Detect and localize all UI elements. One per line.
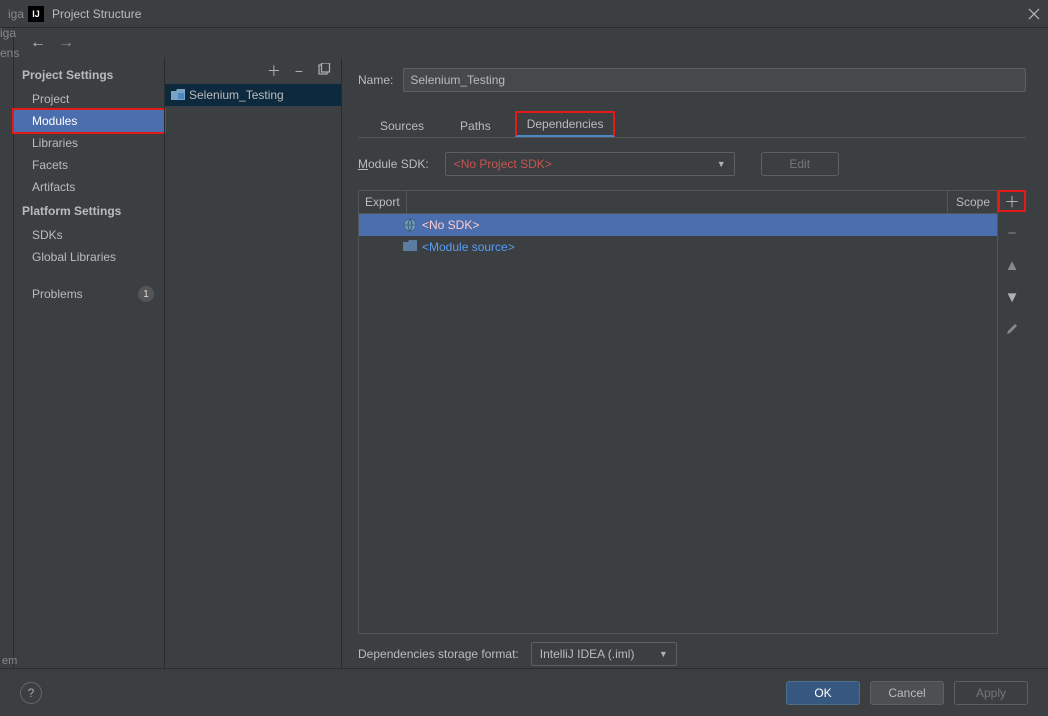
back-button[interactable]: ← — [30, 34, 46, 52]
sidebar-item-sdks[interactable]: SDKs — [14, 224, 164, 246]
module-sdk-combo[interactable]: <No Project SDK> ▼ — [445, 152, 735, 176]
footer: em ? OK Cancel Apply — [0, 668, 1048, 716]
left-clipped-bottom: em — [2, 655, 17, 667]
window-title: Project Structure — [52, 7, 141, 21]
move-up-button[interactable]: ▲ — [1000, 254, 1024, 276]
folder-source-icon — [403, 240, 417, 254]
module-name: Selenium_Testing — [189, 88, 284, 102]
module-sdk-value: <No Project SDK> — [454, 157, 552, 171]
sidebar-item-facets[interactable]: Facets — [14, 154, 164, 176]
detail-panel: Name: Sources Paths Dependencies Module … — [342, 58, 1048, 668]
left-clipped-text: iga — [8, 7, 24, 21]
module-folder-icon — [171, 89, 185, 101]
app-icon: IJ — [28, 6, 44, 22]
tab-paths[interactable]: Paths — [450, 115, 501, 137]
section-project-settings: Project Settings — [14, 62, 164, 88]
edit-sdk-button[interactable]: Edit — [761, 152, 839, 176]
tab-dependencies[interactable]: Dependencies — [515, 111, 616, 137]
titlebar: iga IJ Project Structure — [0, 0, 1048, 28]
module-sdk-label: Module SDK: — [358, 157, 429, 171]
deps-side-toolbar: ＋ − ▲ ▼ — [998, 190, 1026, 634]
tab-sources[interactable]: Sources — [370, 115, 434, 137]
close-icon[interactable] — [1028, 8, 1040, 20]
ok-button[interactable]: OK — [786, 681, 860, 705]
dep-module-source-text: <Module source> — [422, 240, 515, 254]
detail-tabs: Sources Paths Dependencies — [358, 112, 1026, 138]
move-down-button[interactable]: ▼ — [1000, 286, 1024, 308]
sidebar-item-project[interactable]: Project — [14, 88, 164, 110]
storage-format-value: IntelliJ IDEA (.iml) — [540, 647, 635, 661]
col-scope: Scope — [947, 191, 997, 213]
sidebar-item-problems[interactable]: Problems 1 — [14, 282, 164, 306]
chevron-down-icon: ▼ — [659, 649, 668, 659]
sidebar-item-artifacts[interactable]: Artifacts — [14, 176, 164, 198]
deps-table-body: <No SDK> <Module source> — [358, 214, 998, 634]
sidebar-item-global-libraries[interactable]: Global Libraries — [14, 246, 164, 268]
add-dependency-button[interactable]: ＋ — [998, 190, 1026, 212]
name-label: Name: — [358, 73, 393, 87]
help-button[interactable]: ? — [20, 682, 42, 704]
col-export: Export — [359, 191, 407, 213]
remove-dependency-button[interactable]: − — [1000, 222, 1024, 244]
chevron-down-icon: ▼ — [717, 159, 726, 169]
cancel-button[interactable]: Cancel — [870, 681, 944, 705]
dep-row-no-sdk[interactable]: <No SDK> — [359, 214, 997, 236]
copy-module-icon[interactable] — [317, 63, 331, 80]
globe-icon — [403, 218, 417, 232]
add-module-icon[interactable]: ＋ — [267, 61, 281, 81]
modules-toolbar: ＋ − — [165, 58, 341, 84]
modules-panel: ＋ − Selenium_Testing — [164, 58, 342, 668]
storage-format-combo[interactable]: IntelliJ IDEA (.iml) ▼ — [531, 642, 677, 666]
module-name-input[interactable] — [403, 68, 1026, 92]
storage-format-label: Dependencies storage format: — [358, 647, 519, 661]
deps-table-header: Export Scope — [358, 190, 998, 214]
problems-count-badge: 1 — [138, 286, 154, 302]
edit-dependency-icon[interactable] — [1000, 318, 1024, 340]
remove-module-icon[interactable]: − — [295, 63, 303, 79]
left-clipped-column: iga ens — [0, 28, 14, 668]
navbar: ← → — [14, 28, 1048, 58]
section-platform-settings: Platform Settings — [14, 198, 164, 224]
apply-button[interactable]: Apply — [954, 681, 1028, 705]
problems-label: Problems — [32, 287, 83, 301]
sidebar: Project Settings Project Modules Librari… — [14, 58, 164, 668]
sidebar-item-libraries[interactable]: Libraries — [14, 132, 164, 154]
dep-no-sdk-text: <No SDK> — [422, 218, 479, 232]
forward-button[interactable]: → — [58, 34, 74, 52]
module-row-selenium[interactable]: Selenium_Testing — [165, 84, 341, 106]
sidebar-item-modules[interactable]: Modules — [14, 110, 164, 132]
dep-row-module-source[interactable]: <Module source> — [359, 236, 997, 258]
